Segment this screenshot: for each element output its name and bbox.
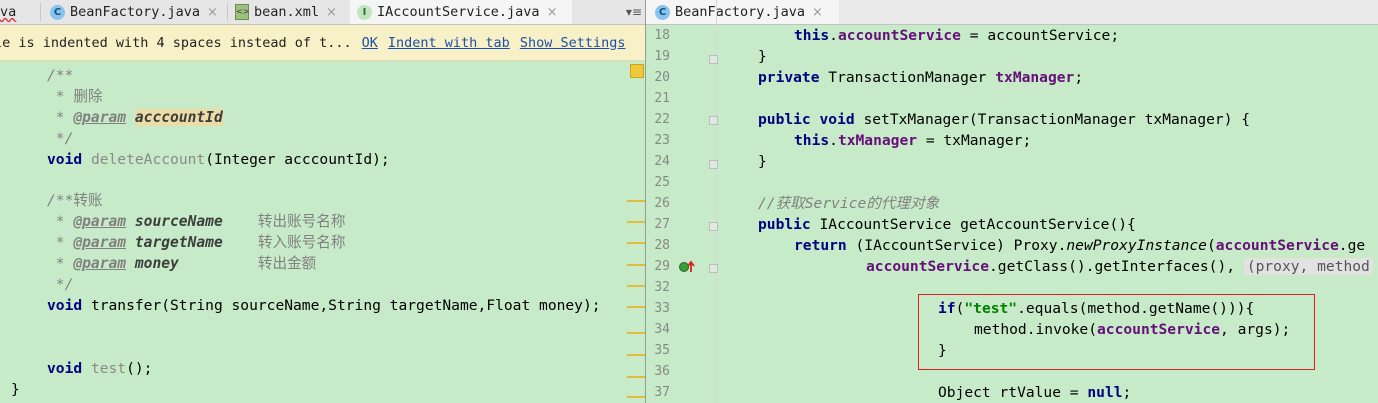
line-number: 21 <box>654 91 670 106</box>
notification-message: le is indented with 4 spaces instead of … <box>0 34 352 51</box>
error-stripe-mark[interactable] <box>627 306 645 308</box>
code-line: this.txManager = txManager; <box>794 132 1032 149</box>
implements-override-icon[interactable] <box>678 259 696 275</box>
line-number: 25 <box>654 175 670 190</box>
line-number: 22 <box>654 112 670 127</box>
tab-bean-xml[interactable]: <> bean.xml × <box>235 0 337 24</box>
error-stripe-mark[interactable] <box>627 376 645 378</box>
code-line: public void setTxManager(TransactionMana… <box>758 111 1251 128</box>
line-number: 20 <box>654 70 670 85</box>
code-line: * @param money 转出金额 <box>47 255 317 272</box>
tab-label: bean.xml <box>254 4 320 20</box>
error-stripe-mark[interactable] <box>627 242 645 244</box>
code-line: } <box>11 381 20 398</box>
close-icon[interactable]: × <box>326 5 337 20</box>
code-line: return (IAccountService) Proxy.newProxyI… <box>794 237 1366 254</box>
fold-marker-icon[interactable] <box>709 264 718 273</box>
tab-beanfactory-right[interactable]: C BeanFactory.java × <box>646 0 839 24</box>
line-number: 34 <box>654 322 670 337</box>
code-line: //获取Service的代理对象 <box>758 195 940 212</box>
highlight-annotation-box <box>918 294 1315 370</box>
tab-separator <box>40 3 41 21</box>
line-number: 32 <box>654 280 670 295</box>
line-number: 35 <box>654 343 670 358</box>
left-editor-pane: va C BeanFactory.java × <> bean.xml × I … <box>0 0 645 403</box>
tab-iaccountservice[interactable]: I IAccountService.java × <box>350 0 572 24</box>
code-line: } <box>758 153 767 170</box>
tab-label: va <box>0 4 17 20</box>
code-line: void deleteAccount(Integer acccountId); <box>47 151 390 168</box>
fold-marker-icon[interactable] <box>709 116 718 125</box>
code-line: /**转账 <box>47 192 103 209</box>
line-number: 29 <box>654 259 670 274</box>
fold-marker-icon[interactable] <box>709 222 718 231</box>
code-line: accountService.getClass().getInterfaces(… <box>866 256 1373 277</box>
tab-separator <box>227 3 228 21</box>
error-stripe-mark[interactable] <box>627 264 645 266</box>
indent-notification-bar: le is indented with 4 spaces instead of … <box>0 25 645 61</box>
warning-marker-icon[interactable] <box>630 64 644 78</box>
error-stripe-mark[interactable] <box>627 354 645 356</box>
code-line: * @param targetName 转入账号名称 <box>47 234 346 251</box>
error-stripe-mark[interactable] <box>627 221 645 223</box>
line-number: 36 <box>654 364 670 379</box>
line-number: 33 <box>654 301 670 316</box>
error-stripe-mark[interactable] <box>627 396 645 398</box>
code-line: * @param sourceName 转出账号名称 <box>47 213 346 230</box>
code-line: * @param acccountId <box>47 109 223 126</box>
right-editor-pane: C BeanFactory.java × 18 19 20 21 22 23 2… <box>646 0 1378 403</box>
tab-label: BeanFactory.java <box>675 4 806 20</box>
tab-truncated[interactable]: va <box>0 0 30 24</box>
interface-i-icon: I <box>357 4 372 20</box>
line-number: 23 <box>654 133 670 148</box>
line-number: 18 <box>654 28 670 43</box>
show-settings-link[interactable]: Show Settings <box>520 35 626 51</box>
close-icon[interactable]: × <box>547 5 558 20</box>
lambda-fold-hint: (proxy, method <box>1243 258 1373 275</box>
code-line: void test(); <box>47 360 153 377</box>
code-line: private TransactionManager txManager; <box>758 69 1084 86</box>
error-stripe-mark[interactable] <box>627 285 645 287</box>
line-number: 37 <box>654 385 670 400</box>
code-line: */ <box>47 276 74 293</box>
fold-marker-icon[interactable] <box>709 160 718 169</box>
ok-link[interactable]: OK <box>362 35 378 51</box>
close-icon[interactable]: × <box>812 5 823 20</box>
code-line: void transfer(String sourceName,String t… <box>47 297 601 314</box>
code-line: } <box>758 48 767 65</box>
class-c-icon: C <box>50 4 65 20</box>
code-line: Object rtValue = null; <box>938 384 1132 401</box>
class-c-icon: C <box>655 4 670 20</box>
fold-marker-icon[interactable] <box>709 55 718 64</box>
error-stripe-mark[interactable] <box>627 200 645 202</box>
tab-beanfactory[interactable]: C BeanFactory.java × <box>50 0 218 24</box>
right-tab-bar: C BeanFactory.java × <box>646 0 1378 25</box>
line-number: 19 <box>654 49 670 64</box>
code-line: */ <box>47 130 74 147</box>
code-line: this.accountService = accountService; <box>794 27 1120 44</box>
tab-label: BeanFactory.java <box>70 4 201 20</box>
code-line: * 删除 <box>47 88 103 105</box>
code-line: /** <box>47 67 74 84</box>
indent-with-tab-link[interactable]: Indent with tab <box>388 35 510 51</box>
line-number: 27 <box>654 217 670 232</box>
xml-file-icon: <> <box>235 4 249 20</box>
line-number: 26 <box>654 196 670 211</box>
tab-label: IAccountService.java <box>377 4 540 20</box>
error-stripe-mark[interactable] <box>627 332 645 334</box>
tab-list-menu-icon[interactable]: ▾≡ <box>626 0 642 24</box>
left-tab-bar: va C BeanFactory.java × <> bean.xml × I … <box>0 0 645 25</box>
code-line: public IAccountService getAccountService… <box>758 216 1136 233</box>
close-icon[interactable]: × <box>207 5 218 20</box>
line-number: 24 <box>654 154 670 169</box>
line-number: 28 <box>654 238 670 253</box>
